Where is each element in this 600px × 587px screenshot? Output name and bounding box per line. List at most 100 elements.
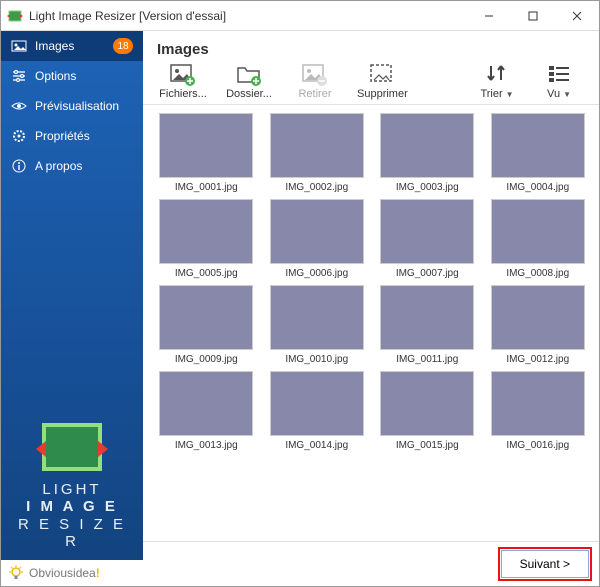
toolbar-remove[interactable]: Retirer <box>291 62 339 100</box>
sidebar-item-label: Propriétés <box>35 129 90 143</box>
image-gallery-scroll[interactable]: IMG_0001.jpg IMG_0002.jpg IMG_0003.jpg IMG_… <box>155 113 595 533</box>
chevron-down-icon: ▼ <box>506 90 514 99</box>
toolbar: Fichiers... Dossier... Retirer Supprimer <box>143 60 599 105</box>
toolbar-delete[interactable]: Supprimer <box>357 62 408 100</box>
thumbnail-image <box>159 199 253 264</box>
toolbar-add-files[interactable]: Fichiers... <box>159 62 207 100</box>
app-logo-art: LIGHT I M A G E R E S I Z E R <box>1 413 143 560</box>
thumbnail-caption: IMG_0009.jpg <box>175 354 238 365</box>
thumbnail-caption: IMG_0010.jpg <box>285 354 348 365</box>
title-bar: Light Image Resizer [Version d'essai] <box>1 1 599 31</box>
image-thumbnail[interactable]: IMG_0011.jpg <box>376 285 479 365</box>
image-thumbnail[interactable]: IMG_0007.jpg <box>376 199 479 279</box>
thumbnail-caption: IMG_0011.jpg <box>396 354 458 365</box>
app-wordmark: LIGHT I M A G E R E S I Z E R <box>11 481 133 550</box>
image-remove-icon <box>301 62 329 86</box>
toolbar-view[interactable]: Vu▼ <box>535 62 583 100</box>
sidebar-item-images[interactable]: Images 18 <box>1 31 143 61</box>
toolbar-label: Supprimer <box>357 88 408 100</box>
brand-bar[interactable]: Obviousidea! <box>1 560 143 586</box>
thumbnail-caption: IMG_0003.jpg <box>396 182 459 193</box>
view-list-icon <box>545 62 573 86</box>
sidebar-item-options[interactable]: Options <box>1 61 143 91</box>
thumbnail-caption: IMG_0015.jpg <box>396 440 459 451</box>
sidebar-item-properties[interactable]: Propriétés <box>1 121 143 151</box>
image-thumbnail[interactable]: IMG_0016.jpg <box>487 371 590 451</box>
thumbnail-image <box>270 285 364 350</box>
thumbnail-caption: IMG_0005.jpg <box>175 268 238 279</box>
thumbnail-caption: IMG_0001.jpg <box>175 182 238 193</box>
image-thumbnail[interactable]: IMG_0008.jpg <box>487 199 590 279</box>
image-thumbnail[interactable]: IMG_0001.jpg <box>155 113 258 193</box>
thumbnail-image <box>491 371 585 436</box>
thumbnail-image <box>380 285 474 350</box>
thumbnail-image <box>380 371 474 436</box>
thumbnail-image <box>491 199 585 264</box>
toolbar-label: Retirer <box>298 88 331 100</box>
image-delete-icon <box>368 62 396 86</box>
thumbnail-image <box>380 113 474 178</box>
page-title: Images <box>143 31 599 60</box>
app-logo-icon <box>42 423 102 471</box>
chevron-down-icon: ▼ <box>563 90 571 99</box>
thumbnail-caption: IMG_0013.jpg <box>175 440 238 451</box>
thumbnail-image <box>159 113 253 178</box>
toolbar-label: Trier <box>480 88 502 100</box>
thumbnail-image <box>159 371 253 436</box>
thumbnail-image <box>270 371 364 436</box>
maximize-button[interactable] <box>511 1 555 31</box>
image-thumbnail[interactable]: IMG_0005.jpg <box>155 199 258 279</box>
image-thumbnail[interactable]: IMG_0002.jpg <box>266 113 369 193</box>
image-thumbnail[interactable]: IMG_0009.jpg <box>155 285 258 365</box>
image-thumbnail[interactable]: IMG_0004.jpg <box>487 113 590 193</box>
sidebar: Images 18 Options Prévisualisation Propr… <box>1 31 143 586</box>
image-thumbnail[interactable]: IMG_0006.jpg <box>266 199 369 279</box>
thumbnail-caption: IMG_0006.jpg <box>285 268 348 279</box>
info-icon <box>11 158 27 174</box>
window-title: Light Image Resizer [Version d'essai] <box>29 9 226 23</box>
thumbnail-caption: IMG_0016.jpg <box>506 440 569 451</box>
sidebar-item-label: Images <box>35 39 74 53</box>
images-icon <box>11 38 27 54</box>
thumbnail-caption: IMG_0004.jpg <box>506 182 569 193</box>
thumbnail-caption: IMG_0014.jpg <box>285 440 348 451</box>
thumbnail-image <box>491 113 585 178</box>
thumbnail-image <box>270 113 364 178</box>
main-panel: Images Fichiers... Dossier... Retirer Su <box>143 31 599 586</box>
image-thumbnail[interactable]: IMG_0003.jpg <box>376 113 479 193</box>
image-thumbnail[interactable]: IMG_0013.jpg <box>155 371 258 451</box>
next-button[interactable]: Suivant > <box>501 550 589 578</box>
image-thumbnail[interactable]: IMG_0010.jpg <box>266 285 369 365</box>
eye-icon <box>11 98 27 114</box>
app-icon <box>7 8 23 24</box>
sidebar-item-label: Options <box>35 69 76 83</box>
thumbnail-caption: IMG_0008.jpg <box>506 268 569 279</box>
close-button[interactable] <box>555 1 599 31</box>
thumbnail-caption: IMG_0007.jpg <box>396 268 459 279</box>
thumbnail-image <box>491 285 585 350</box>
footer: Suivant > <box>143 541 599 586</box>
image-thumbnail[interactable]: IMG_0015.jpg <box>376 371 479 451</box>
folder-add-icon <box>235 62 263 86</box>
thumbnail-image <box>270 199 364 264</box>
gear-icon <box>11 128 27 144</box>
sidebar-item-preview[interactable]: Prévisualisation <box>1 91 143 121</box>
image-thumbnail[interactable]: IMG_0012.jpg <box>487 285 590 365</box>
thumbnail-caption: IMG_0002.jpg <box>285 182 348 193</box>
toolbar-label: Vu <box>547 88 560 100</box>
brand-text: Obviousidea! <box>29 566 100 580</box>
sidebar-item-label: A propos <box>35 159 82 173</box>
toolbar-sort[interactable]: Trier ▼ <box>473 62 521 100</box>
lightbulb-icon <box>7 564 25 582</box>
toolbar-label: Fichiers... <box>159 88 207 100</box>
toolbar-label: Dossier... <box>226 88 272 100</box>
minimize-button[interactable] <box>467 1 511 31</box>
thumbnail-image <box>159 285 253 350</box>
thumbnail-caption: IMG_0012.jpg <box>506 354 569 365</box>
sort-icon <box>483 62 511 86</box>
image-thumbnail[interactable]: IMG_0014.jpg <box>266 371 369 451</box>
toolbar-add-folder[interactable]: Dossier... <box>225 62 273 100</box>
sidebar-item-about[interactable]: A propos <box>1 151 143 181</box>
sliders-icon <box>11 68 27 84</box>
thumbnail-image <box>380 199 474 264</box>
